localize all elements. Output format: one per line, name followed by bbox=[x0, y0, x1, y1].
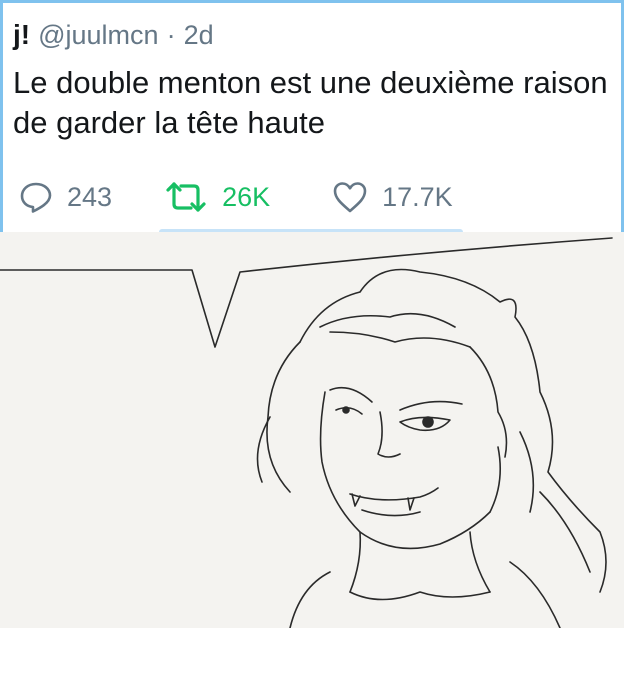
comic-drawing-image bbox=[0, 232, 624, 628]
reply-bubble-icon bbox=[19, 180, 53, 214]
comic-sketch bbox=[0, 237, 613, 628]
retweet-button[interactable]: 26K bbox=[164, 180, 270, 214]
reply-count: 243 bbox=[67, 181, 113, 212]
retweet-count: 26K bbox=[222, 181, 271, 212]
tweet-age[interactable]: 2d bbox=[184, 20, 214, 51]
reply-button[interactable]: 243 bbox=[19, 180, 112, 214]
display-name[interactable]: j! bbox=[13, 19, 30, 51]
tweet-text: Le double menton est une deuxième raison… bbox=[13, 65, 608, 140]
tweet-actions: 243 26K 17.7K bbox=[19, 175, 453, 219]
tweet-card[interactable]: j! @juulmcn · 2d Le double menton est un… bbox=[0, 0, 624, 235]
header-separator: · bbox=[166, 19, 176, 50]
user-handle[interactable]: @juulmcn bbox=[38, 20, 158, 51]
page-bottom-area bbox=[0, 628, 624, 681]
like-count: 17.7K bbox=[382, 181, 453, 212]
tweet-header: j! @juulmcn · 2d bbox=[13, 15, 214, 55]
like-button[interactable]: 17.7K bbox=[332, 180, 453, 214]
retweet-icon bbox=[164, 180, 208, 214]
heart-icon bbox=[332, 180, 368, 214]
